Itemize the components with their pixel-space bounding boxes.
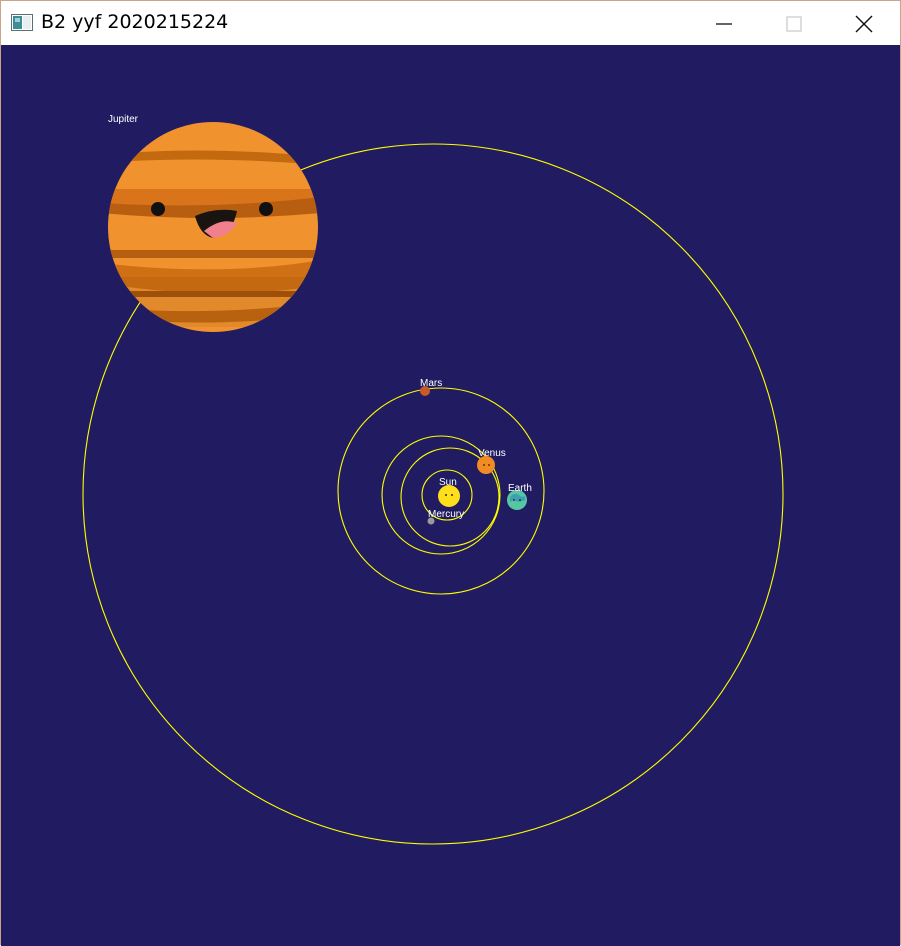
jupiter-label: Jupiter (108, 114, 139, 125)
close-button[interactable] (830, 1, 900, 45)
app-window: B2 yyf 2020215224 Sun Mercury Venus Eart… (0, 0, 901, 946)
minimize-icon (716, 23, 732, 25)
sun[interactable] (438, 485, 460, 507)
title-bar[interactable]: B2 yyf 2020215224 (1, 1, 900, 45)
mars-label: Mars (420, 378, 442, 389)
venus-label: Venus (478, 448, 506, 459)
app-window-icon (11, 14, 33, 31)
solar-system-scene: Sun Mercury Venus Earth Mars Jupiter (82, 114, 784, 845)
minimize-button[interactable] (690, 1, 760, 45)
sun-label: Sun (439, 477, 457, 488)
jupiter-left-eye (151, 202, 165, 216)
window-title: B2 yyf 2020215224 (41, 11, 229, 33)
maximize-button[interactable] (760, 1, 830, 45)
close-icon (855, 15, 873, 33)
earth-label: Earth (508, 483, 532, 494)
solar-system-canvas[interactable]: Sun Mercury Venus Earth Mars Jupiter (1, 45, 900, 946)
jupiter-right-eye (259, 202, 273, 216)
sun-body (438, 485, 460, 507)
jupiter[interactable] (101, 122, 331, 332)
mercury-label: Mercury (428, 509, 464, 520)
maximize-icon (786, 16, 802, 32)
